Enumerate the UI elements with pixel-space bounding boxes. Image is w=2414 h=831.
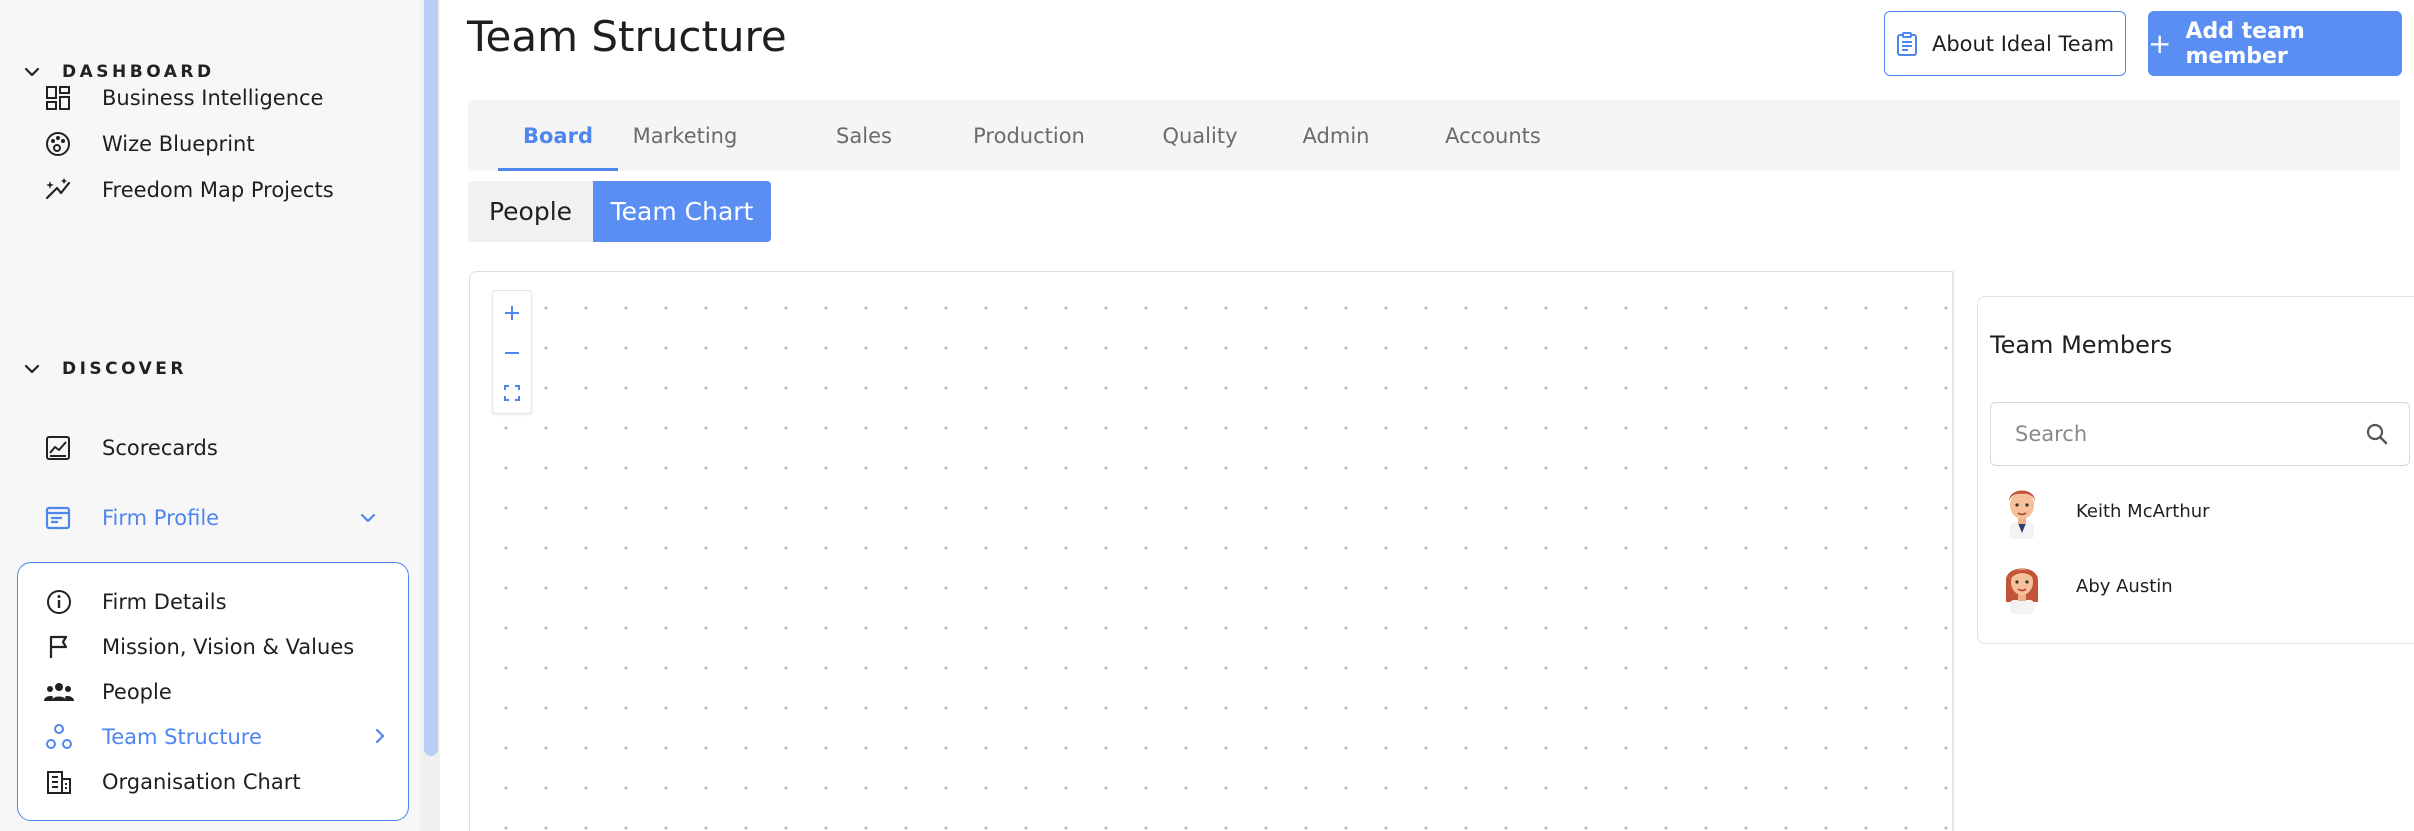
male-avatar-icon — [2009, 490, 2035, 539]
sidebar-item-label: Freedom Map Projects — [102, 178, 334, 202]
sidebar: DASHBOARD Business Intelligence Wize Blu… — [0, 0, 440, 831]
team-chart-canvas[interactable] — [469, 271, 1952, 831]
add-team-member-label: Add team member — [2185, 18, 2305, 69]
submenu-item-label: Mission, Vision & Values — [102, 635, 355, 659]
plus-icon: + — [2148, 26, 2172, 60]
sidebar-item-scorecards[interactable]: Scorecards — [38, 428, 218, 468]
group-icon — [42, 677, 76, 707]
sidebar-item-label: Business Intelligence — [102, 86, 324, 110]
sidebar-item-label: Firm Profile — [102, 506, 220, 530]
fullscreen-icon — [504, 385, 520, 401]
team-structure-icon — [42, 722, 76, 752]
dashboard-grid-icon — [38, 82, 78, 114]
sidebar-item-freedom-map-projects[interactable]: Freedom Map Projects — [38, 170, 334, 210]
chevron-down-icon — [24, 364, 40, 374]
info-icon — [42, 587, 76, 617]
plus-icon — [505, 306, 519, 320]
submenu-item-label: People — [102, 680, 172, 704]
app-root: DASHBOARD Business Intelligence Wize Blu… — [0, 0, 2414, 831]
team-members-title: Team Members — [1990, 331, 2173, 359]
page-title: Team Structure — [467, 12, 787, 61]
tab-accounts[interactable]: Accounts — [1438, 100, 1548, 171]
sidebar-item-wize-blueprint[interactable]: Wize Blueprint — [38, 124, 255, 164]
view-toggle: People Team Chart — [468, 181, 771, 242]
team-search-input[interactable] — [1991, 403, 2351, 464]
submenu-item-label: Team Structure — [102, 725, 262, 749]
zoom-in-button[interactable] — [493, 293, 531, 333]
profile-card-icon — [38, 502, 78, 534]
about-ideal-team-button[interactable]: About Ideal Team — [1884, 11, 2126, 76]
submenu-item-team-structure[interactable]: Team Structure — [42, 719, 262, 755]
submenu-item-people[interactable]: People — [42, 674, 172, 710]
chevron-down-icon[interactable] — [356, 506, 380, 530]
tab-sales[interactable]: Sales — [834, 100, 894, 171]
section-discover-title: DISCOVER — [62, 359, 188, 379]
tab-marketing[interactable]: Marketing — [630, 100, 740, 171]
section-discover-header[interactable]: DISCOVER — [22, 354, 187, 384]
team-members-panel: Team Members Keith McArthur — [1977, 296, 2414, 644]
department-tabs: Board Marketing Sales Production Quality… — [468, 100, 2400, 171]
view-toggle-team-chart[interactable]: Team Chart — [593, 181, 771, 242]
tab-admin[interactable]: Admin — [1296, 100, 1376, 171]
fit-view-button[interactable] — [493, 373, 531, 413]
minus-icon — [505, 352, 519, 354]
team-search-box — [1990, 402, 2410, 466]
submenu-item-label: Organisation Chart — [102, 770, 301, 794]
firm-profile-submenu: Firm Details Mission, Vision & Values Pe… — [17, 562, 409, 821]
panel-divider — [1952, 271, 1954, 831]
zoom-controls — [492, 290, 532, 414]
about-ideal-team-label: About Ideal Team — [1931, 31, 2115, 56]
view-toggle-people[interactable]: People — [468, 181, 593, 242]
submenu-item-label: Firm Details — [102, 590, 227, 614]
team-member-name: Aby Austin — [2076, 575, 2173, 597]
building-icon — [42, 767, 76, 797]
team-member-name: Keith McArthur — [2076, 500, 2210, 522]
sidebar-item-label: Wize Blueprint — [102, 132, 255, 156]
tab-quality[interactable]: Quality — [1150, 100, 1250, 171]
tab-production[interactable]: Production — [966, 100, 1092, 171]
tab-board[interactable]: Board — [498, 100, 618, 171]
team-member-item[interactable]: Keith McArthur — [2000, 481, 2210, 541]
submenu-item-firm-details[interactable]: Firm Details — [42, 584, 227, 620]
palette-icon — [38, 128, 78, 160]
add-team-member-button[interactable]: + Add team member — [2148, 11, 2402, 76]
team-member-item[interactable]: Aby Austin — [2000, 556, 2173, 616]
magic-wand-icon — [38, 174, 78, 206]
chevron-right-icon — [375, 728, 385, 744]
sidebar-scrollbar-thumb[interactable] — [424, 0, 438, 756]
chart-square-icon — [38, 432, 78, 464]
zoom-out-button[interactable] — [493, 333, 531, 373]
clipboard-icon — [1896, 31, 1917, 56]
sidebar-item-firm-profile[interactable]: Firm Profile — [38, 498, 219, 538]
flag-icon — [42, 632, 76, 662]
submenu-item-organisation-chart[interactable]: Organisation Chart — [42, 764, 301, 800]
search-icon[interactable] — [2365, 422, 2389, 446]
sidebar-item-business-intelligence[interactable]: Business Intelligence — [38, 78, 323, 118]
female-avatar-icon — [2005, 568, 2039, 614]
submenu-item-mission-vision-values[interactable]: Mission, Vision & Values — [42, 629, 354, 665]
sidebar-item-label: Scorecards — [102, 436, 218, 460]
